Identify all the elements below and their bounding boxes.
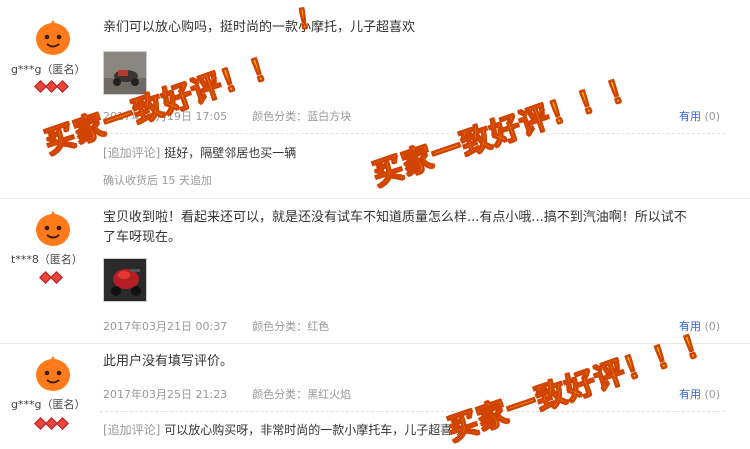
append-review: [追加评论] 可以放心购买呀，非常时尚的一款小摩托车，儿子超喜欢 xyxy=(103,421,464,438)
useful-count: (0) xyxy=(704,320,721,333)
username: t***8（匿名） xyxy=(11,253,83,266)
color-value: 红色 xyxy=(307,320,330,333)
review-date: 2017年03月21日 00:37 xyxy=(103,320,228,333)
avatar[interactable] xyxy=(33,17,73,57)
useful-label: 有用 xyxy=(679,110,701,123)
append-tag: [追加评论] xyxy=(103,146,161,160)
review-text: 亲们可以放心购吗，挺时尚的一款小摩托，儿子超喜欢 xyxy=(103,20,416,35)
avatar[interactable] xyxy=(33,208,73,248)
username: g***g（匿名） xyxy=(11,63,86,76)
color-value: 蓝白方块 xyxy=(307,110,352,123)
review-text-continued: 了车呀现在。 xyxy=(103,230,182,245)
color-label: 颜色分类： xyxy=(252,388,308,401)
review-text: 宝贝收到啦！看起来还可以，就是还没有试车不知道质量怎么样...有点小哦...搞不… xyxy=(103,210,687,225)
color-value: 黑红火焰 xyxy=(307,388,352,401)
append-text: 挺好，隔壁邻居也买一辆 xyxy=(164,146,297,160)
watermark-text: 买家一致好评！！！ xyxy=(368,69,644,194)
watermark-text: 买家一致好评！！！ xyxy=(443,324,719,449)
review-meta: 2017年04月19日 17:05 颜色分类：蓝白方块 xyxy=(103,108,351,124)
review-date: 2017年03月25日 21:23 xyxy=(103,388,228,401)
review-divider xyxy=(0,343,750,344)
useful-button[interactable]: 有用 (0) xyxy=(679,108,720,124)
useful-button[interactable]: 有用 (0) xyxy=(679,386,720,402)
append-note: 确认收货后 15 天追加 xyxy=(103,174,212,187)
useful-label: 有用 xyxy=(679,320,701,333)
append-divider xyxy=(100,411,725,412)
append-text: 可以放心购买呀，非常时尚的一款小摩托车，儿子超喜欢 xyxy=(164,423,465,437)
review-meta: 2017年03月21日 00:37 颜色分类：红色 xyxy=(103,318,329,334)
review-photo[interactable] xyxy=(103,51,147,95)
review-photo[interactable] xyxy=(103,258,147,302)
review-meta: 2017年03月25日 21:23 颜色分类：黑红火焰 xyxy=(103,386,351,402)
useful-button[interactable]: 有用 (0) xyxy=(679,318,720,334)
review-divider xyxy=(0,198,750,199)
username: g***g（匿名） xyxy=(11,398,86,411)
color-label: 颜色分类： xyxy=(252,110,308,123)
avatar[interactable] xyxy=(33,353,73,393)
review-date: 2017年04月19日 17:05 xyxy=(103,110,228,123)
useful-count: (0) xyxy=(704,388,721,401)
review-text: 此用户没有填写评价。 xyxy=(103,354,234,369)
color-label: 颜色分类： xyxy=(252,320,308,333)
append-tag: [追加评论] xyxy=(103,423,161,437)
useful-count: (0) xyxy=(704,110,721,123)
append-review: [追加评论] 挺好，隔壁邻居也买一辆 xyxy=(103,144,296,161)
useful-label: 有用 xyxy=(679,388,701,401)
append-divider xyxy=(100,133,725,134)
